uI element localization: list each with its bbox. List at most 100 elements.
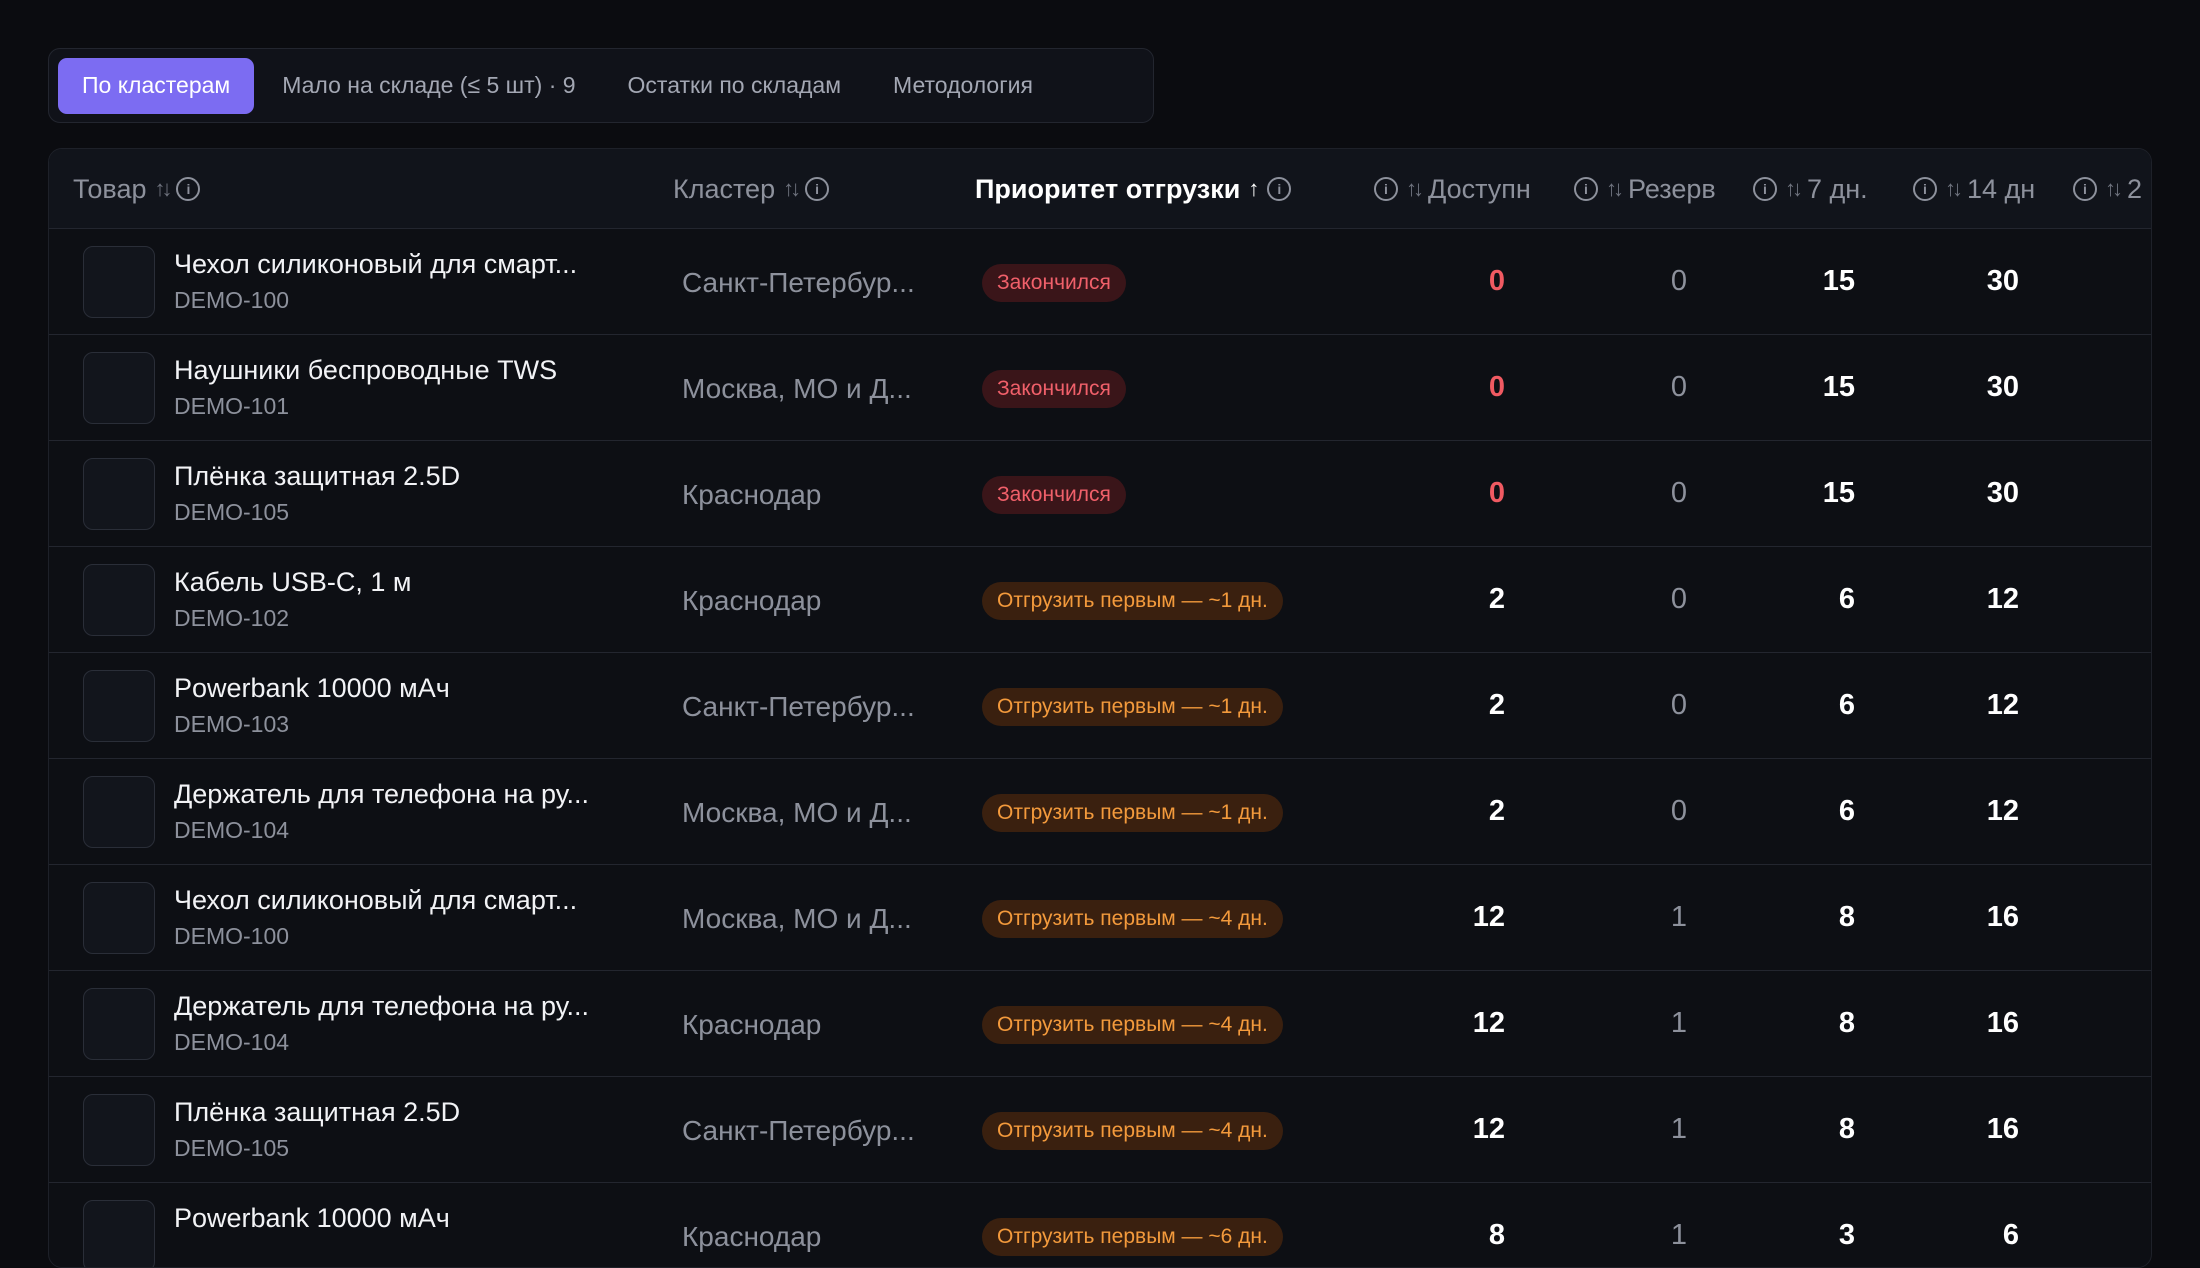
cluster-name: Санкт-Петербур... <box>682 267 915 298</box>
status-badge: Закончился <box>982 370 1126 408</box>
column-label-reserve: Резерв <box>1628 173 1716 204</box>
product-name[interactable]: Наушники беспроводные TWS <box>174 355 624 386</box>
product-name[interactable]: Чехол силиконовый для смарт... <box>174 249 624 280</box>
available-value: 12 <box>1472 1113 1505 1145</box>
14-days-value: 6 <box>2002 1219 2019 1251</box>
product-name[interactable]: Powerbank 10000 мАч <box>174 673 624 704</box>
available-value: 12 <box>1472 901 1505 933</box>
product-name[interactable]: Чехол силиконовый для смарт... <box>174 885 624 916</box>
status-badge: Закончился <box>982 264 1126 302</box>
table-row[interactable]: Плёнка защитная 2.5D DEMO-105 Санкт-Пете… <box>49 1077 2151 1183</box>
14-days-value: 30 <box>1986 265 2019 297</box>
7-days-value: 15 <box>1822 477 1855 509</box>
product-name[interactable]: Кабель USB-C, 1 м <box>174 567 624 598</box>
7-days-value: 8 <box>1838 1113 1855 1145</box>
product-sku: DEMO-102 <box>174 605 290 631</box>
status-badge: Отгрузить первым — ~1 дн. <box>982 794 1283 832</box>
reserve-value: 0 <box>1670 265 1687 297</box>
14-days-value: 30 <box>1986 371 2019 403</box>
table-row[interactable]: Держатель для телефона на ру... DEMO-104… <box>49 971 2151 1077</box>
reserve-value: 0 <box>1670 689 1687 721</box>
view-tabs: По кластерам Мало на складе (≤ 5 шт) · 9… <box>48 48 1154 123</box>
column-header-available[interactable]: i ↑↓ Доступн <box>1374 149 1552 229</box>
product-thumbnail <box>83 246 155 318</box>
sort-icon[interactable]: ↑↓ <box>2105 176 2123 202</box>
table-row[interactable]: Плёнка защитная 2.5D DEMO-105 Краснодар … <box>49 441 2151 547</box>
column-header-reserve[interactable]: i ↑↓ Резерв <box>1574 149 1727 229</box>
14-days-value: 16 <box>1986 1007 2019 1039</box>
product-name[interactable]: Плёнка защитная 2.5D <box>174 461 624 492</box>
status-badge: Отгрузить первым — ~4 дн. <box>982 1112 1283 1150</box>
table-row[interactable]: Наушники беспроводные TWS DEMO-101 Москв… <box>49 335 2151 441</box>
14-days-value: 16 <box>1986 901 2019 933</box>
7-days-value: 6 <box>1838 583 1855 615</box>
info-icon[interactable]: i <box>176 177 201 201</box>
column-header-cluster[interactable]: Кластер ↑↓ i <box>673 149 933 229</box>
product-name[interactable]: Держатель для телефона на ру... <box>174 779 624 810</box>
product-thumbnail <box>83 1200 155 1267</box>
table-row[interactable]: Чехол силиконовый для смарт... DEMO-100 … <box>49 865 2151 971</box>
sort-icon[interactable]: ↑↓ <box>154 176 172 202</box>
status-badge: Отгрузить первым — ~4 дн. <box>982 1006 1283 1044</box>
info-icon[interactable]: i <box>1267 177 1292 201</box>
info-icon[interactable]: i <box>1913 177 1937 201</box>
14-days-value: 12 <box>1986 689 2019 721</box>
sort-icon[interactable]: ↑↓ <box>783 176 801 202</box>
product-sku: DEMO-100 <box>174 287 290 313</box>
table-row[interactable]: Powerbank 10000 мАч Краснодар Отгрузить … <box>49 1183 2151 1267</box>
table-row[interactable]: Чехол силиконовый для смарт... DEMO-100 … <box>49 229 2151 335</box>
product-name[interactable]: Держатель для телефона на ру... <box>174 991 624 1022</box>
column-label-product: Товар <box>73 173 147 204</box>
cluster-name: Москва, МО и Д... <box>682 797 912 828</box>
product-name[interactable]: Powerbank 10000 мАч <box>174 1203 624 1234</box>
tab-low-stock[interactable]: Мало на складе (≤ 5 шт) · 9 <box>258 58 599 114</box>
sort-icon[interactable]: ↑↓ <box>1945 176 1963 202</box>
status-badge: Закончился <box>982 476 1126 514</box>
table-header: Товар ↑↓ i Кластер ↑↓ i Приоритет отгруз… <box>49 149 2151 229</box>
sort-ascending-icon[interactable]: ↑ <box>1248 176 1259 202</box>
cluster-name: Краснодар <box>682 585 822 616</box>
column-header-7-days[interactable]: i ↑↓ 7 дн. <box>1753 149 1881 229</box>
column-header-next[interactable]: i ↑↓ 2 <box>2073 149 2151 229</box>
reserve-value: 0 <box>1670 477 1687 509</box>
14-days-value: 12 <box>1986 583 2019 615</box>
info-icon[interactable]: i <box>1374 177 1398 201</box>
table-row[interactable]: Кабель USB-C, 1 м DEMO-102 Краснодар Отг… <box>49 547 2151 653</box>
column-header-priority[interactable]: Приоритет отгрузки ↑ i <box>975 149 1375 229</box>
info-icon[interactable]: i <box>2073 177 2097 201</box>
reserve-value: 1 <box>1670 1219 1687 1251</box>
status-badge: Отгрузить первым — ~1 дн. <box>982 688 1283 726</box>
reserve-value: 0 <box>1670 371 1687 403</box>
column-header-product[interactable]: Товар ↑↓ i <box>73 149 473 229</box>
product-thumbnail <box>83 882 155 954</box>
status-badge: Отгрузить первым — ~4 дн. <box>982 900 1283 938</box>
table-row[interactable]: Powerbank 10000 мАч DEMO-103 Санкт-Петер… <box>49 653 2151 759</box>
tab-methodology[interactable]: Методология <box>869 58 1057 114</box>
sort-icon[interactable]: ↑↓ <box>1606 176 1624 202</box>
cluster-name: Санкт-Петербур... <box>682 1115 915 1146</box>
14-days-value: 30 <box>1986 477 2019 509</box>
cluster-name: Москва, МО и Д... <box>682 903 912 934</box>
status-badge: Отгрузить первым — ~1 дн. <box>982 582 1283 620</box>
info-icon[interactable]: i <box>1753 177 1777 201</box>
column-label-priority: Приоритет отгрузки <box>975 173 1241 204</box>
7-days-value: 6 <box>1838 795 1855 827</box>
available-value: 8 <box>1488 1219 1505 1251</box>
sort-icon[interactable]: ↑↓ <box>1406 176 1424 202</box>
info-icon[interactable]: i <box>805 177 830 201</box>
available-value: 2 <box>1488 689 1505 721</box>
available-value: 0 <box>1488 265 1505 297</box>
product-name[interactable]: Плёнка защитная 2.5D <box>174 1097 624 1128</box>
available-value: 2 <box>1488 795 1505 827</box>
7-days-value: 8 <box>1838 901 1855 933</box>
tab-by-clusters[interactable]: По кластерам <box>58 57 255 114</box>
cluster-name: Краснодар <box>682 479 822 510</box>
column-label-cluster: Кластер <box>673 173 776 204</box>
info-icon[interactable]: i <box>1574 177 1598 201</box>
table-row[interactable]: Держатель для телефона на ру... DEMO-104… <box>49 759 2151 865</box>
tab-stock-by-warehouses[interactable]: Остатки по складам <box>604 58 865 114</box>
status-badge: Отгрузить первым — ~6 дн. <box>982 1218 1283 1256</box>
sort-icon[interactable]: ↑↓ <box>1785 176 1803 202</box>
available-value: 12 <box>1472 1007 1505 1039</box>
column-label-next: 2 <box>2127 173 2143 204</box>
